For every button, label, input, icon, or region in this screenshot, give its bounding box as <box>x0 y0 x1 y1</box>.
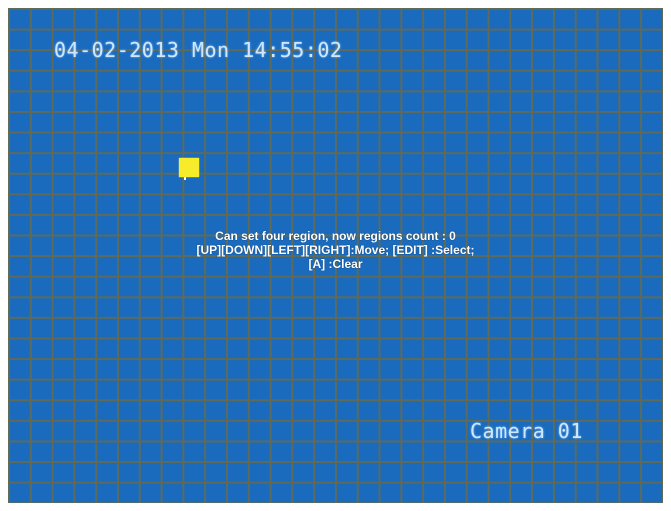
region-count-text: Can set four region, now regions count :… <box>215 229 456 243</box>
key-help-move-select: [UP][DOWN][LEFT][RIGHT]:Move; [EDIT] :Se… <box>196 243 475 257</box>
region-instructions: Can set four region, now regions count :… <box>108 229 563 271</box>
selection-cursor-icon[interactable] <box>179 158 199 180</box>
osd-camera-name: Camera 01 <box>470 419 583 443</box>
region-grid[interactable]: 04-02-2013 Mon 14:55:02 Can set four reg… <box>8 8 663 503</box>
dvr-screen: 04-02-2013 Mon 14:55:02 Can set four reg… <box>0 0 671 511</box>
key-help-clear: [A] :Clear <box>308 257 363 271</box>
osd-datetime: 04-02-2013 Mon 14:55:02 <box>54 38 343 62</box>
